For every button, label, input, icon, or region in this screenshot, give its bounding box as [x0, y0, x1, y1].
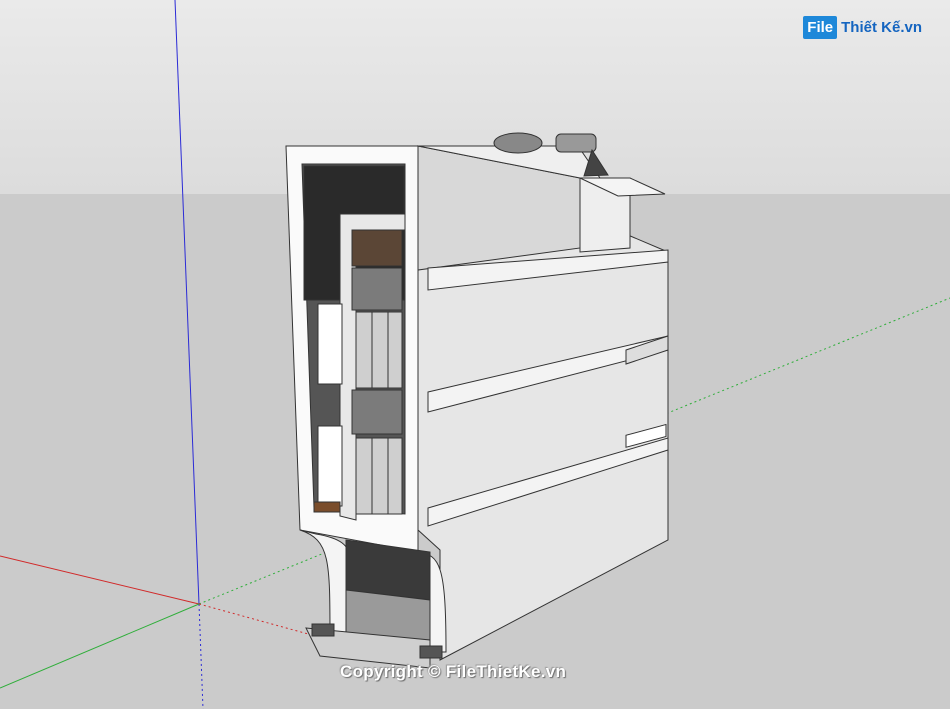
building-model[interactable]: [285, 132, 669, 669]
blue-axis-dotted: [198, 603, 204, 709]
logo-text: Thiết Kế.vn: [841, 18, 922, 36]
blue-axis: [174, 0, 200, 605]
logo-box: File: [803, 15, 838, 39]
wood-louver: [351, 229, 403, 267]
planter-right: [419, 645, 443, 659]
window-floor2-right: [355, 437, 403, 515]
copyright-watermark: Copyright © FileThietKe.vn: [340, 662, 567, 681]
site-logo: File Thiết Kế.vn: [803, 12, 922, 42]
sketchup-viewport[interactable]: File Thiết Kế.vn Copyright © FileThietKe…: [0, 0, 950, 709]
wood-strip: [313, 501, 341, 513]
planter-left: [311, 623, 335, 637]
green-axis: [0, 603, 200, 689]
window-floor3-right: [355, 311, 403, 389]
solar-heater: [555, 133, 597, 153]
solar-panel: [583, 148, 609, 177]
model-scene[interactable]: [0, 0, 950, 709]
water-tank: [493, 132, 543, 154]
shutter-upper: [351, 267, 403, 311]
window-floor2-left: [317, 425, 343, 507]
window-floor3-left: [317, 303, 343, 385]
red-axis: [0, 555, 200, 605]
shutter-middle: [351, 389, 403, 435]
